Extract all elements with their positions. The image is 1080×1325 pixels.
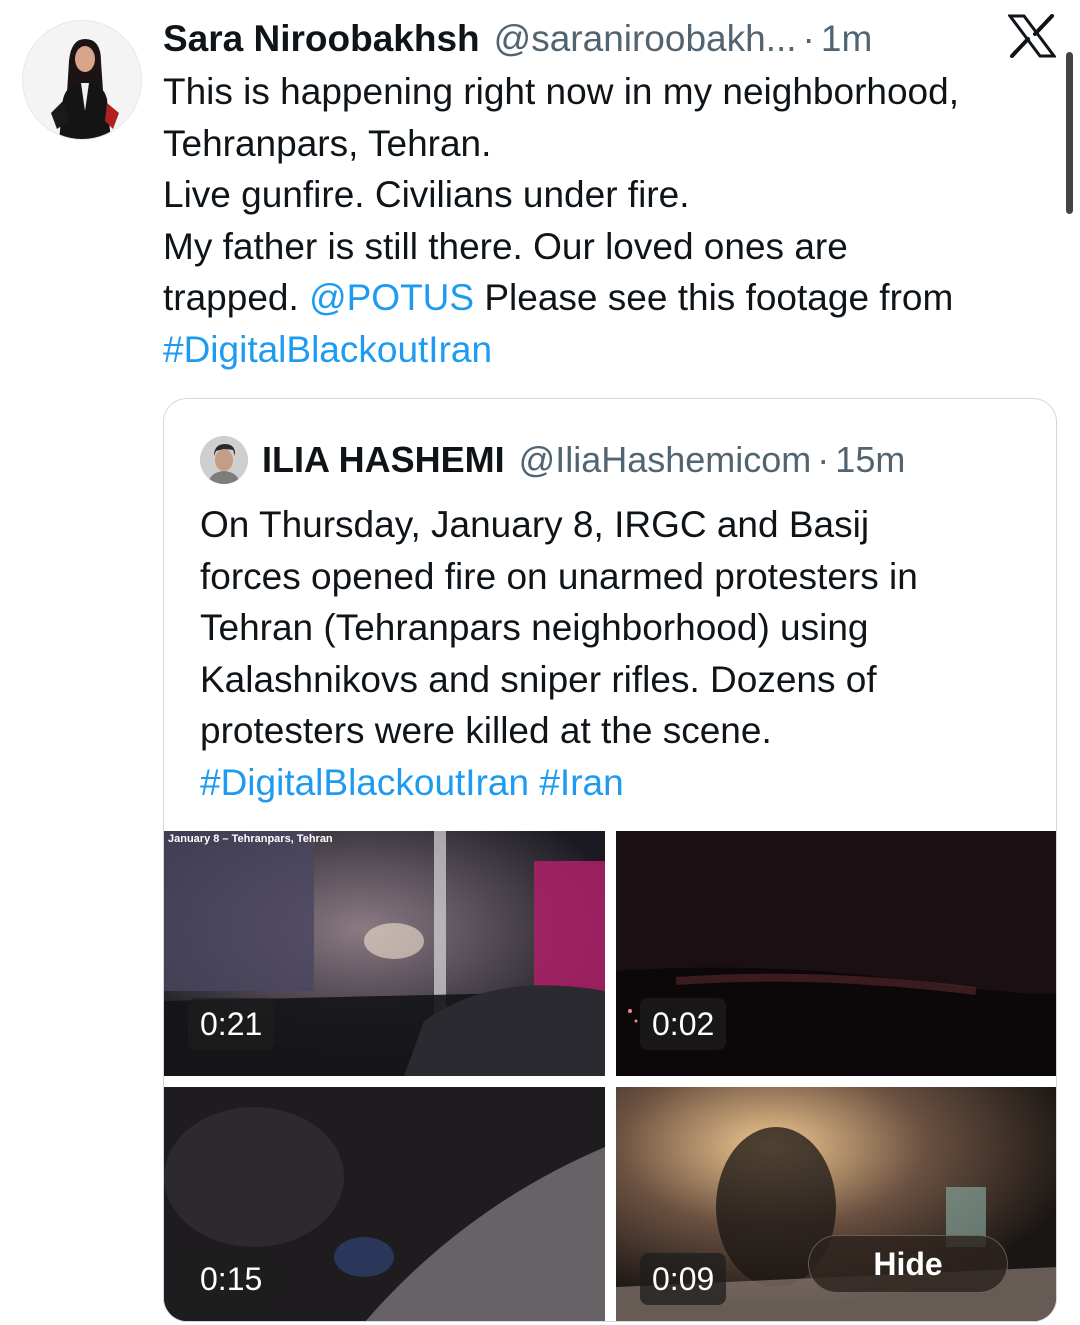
post-text-line: #DigitalBlackoutIran <box>163 324 1053 376</box>
post-text-line: Live gunfire. Civilians under fire. <box>163 174 690 216</box>
post-text-line: trapped. @POTUS Please see this footage … <box>163 272 1053 324</box>
hashtag-link[interactable]: #DigitalBlackoutIran <box>163 329 492 370</box>
video-duration: 0:02 <box>640 998 727 1050</box>
hashtag-link[interactable]: #Iran <box>539 762 623 803</box>
media-grid: January 8 – Tehranpars, Tehran 0:21 0:02 <box>164 831 1056 1321</box>
video-caption: January 8 – Tehranpars, Tehran <box>168 833 333 845</box>
quote-text-line: Kalashnikovs and sniper rifles. Dozens o… <box>200 658 877 700</box>
quote-text-line: protesters were killed at the scene. <box>200 710 772 752</box>
video-thumbnail[interactable]: 0:15 <box>164 1087 605 1321</box>
text-prefix: trapped. <box>163 277 310 319</box>
post-text-line: Tehranpars, Tehran. <box>163 122 492 164</box>
quote-text: On Thursday, January 8, IRGC and Basij f… <box>200 499 1040 809</box>
post-page: Sara Niroobakhsh @saraniroobakh... · 1m … <box>0 0 1080 1325</box>
author-name[interactable]: Sara Niroobakhsh <box>163 18 480 60</box>
video-thumbnail[interactable]: January 8 – Tehranpars, Tehran 0:21 <box>164 831 605 1076</box>
post-text: This is happening right now in my neighb… <box>163 66 1053 376</box>
hashtag-link[interactable]: #DigitalBlackoutIran <box>200 762 529 803</box>
text-suffix: Please see this footage from <box>474 277 954 319</box>
mention-link[interactable]: @POTUS <box>309 277 474 318</box>
quote-text-line: #DigitalBlackoutIran #Iran <box>200 757 1040 809</box>
quoted-post-card[interactable]: ILIA HASHEMI @IliaHashemicom · 15m On Th… <box>163 398 1057 1322</box>
quote-author-name[interactable]: ILIA HASHEMI <box>262 439 505 481</box>
post-text-line: This is happening right now in my neighb… <box>163 71 959 112</box>
video-duration: 0:09 <box>640 1253 727 1305</box>
video-duration: 0:21 <box>188 998 275 1050</box>
quote-text-line: On Thursday, January 8, IRGC and Basij <box>200 504 870 545</box>
post-text-line: My father is still there. Our loved ones… <box>163 225 848 267</box>
quote-avatar[interactable] <box>200 436 248 484</box>
author-avatar[interactable] <box>22 20 142 140</box>
author-handle[interactable]: @saraniroobakh... <box>494 18 797 60</box>
quote-header: ILIA HASHEMI @IliaHashemicom · 15m <box>200 435 905 485</box>
scrollbar[interactable] <box>1066 52 1073 214</box>
post-header: Sara Niroobakhsh @saraniroobakh... · 1m <box>163 14 980 64</box>
quote-text-line: forces opened fire on unarmed protesters… <box>200 555 918 597</box>
hide-button[interactable]: Hide <box>808 1235 1008 1293</box>
separator-dot: · <box>802 18 815 59</box>
post-time[interactable]: 1m <box>821 18 872 60</box>
separator-dot: · <box>817 439 830 480</box>
x-logo-icon[interactable] <box>1007 14 1057 58</box>
video-duration: 0:15 <box>188 1253 275 1305</box>
quote-text-line: Tehran (Tehranpars neighborhood) using <box>200 607 869 649</box>
quote-author-handle[interactable]: @IliaHashemicom <box>519 439 812 481</box>
video-thumbnail[interactable]: 0:09 Hide <box>616 1087 1056 1321</box>
quote-time[interactable]: 15m <box>835 439 905 481</box>
video-thumbnail[interactable]: 0:02 <box>616 831 1056 1076</box>
